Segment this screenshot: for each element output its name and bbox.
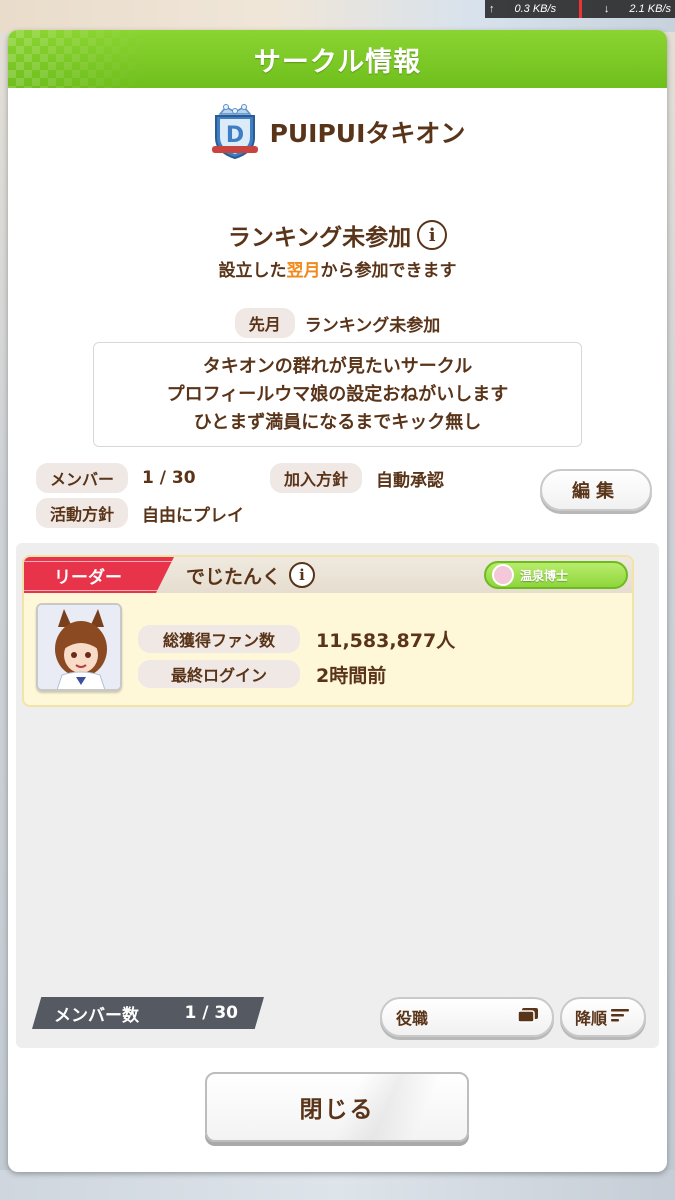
last-month-row: 先月 ランキング未参加	[8, 308, 667, 338]
member-name: でじたんく	[186, 565, 282, 588]
description-line: タキオンの群れが見たいサークル	[202, 355, 473, 377]
last-login-value: 2時間前	[316, 664, 387, 687]
ranking-info-icon[interactable]: i	[417, 220, 448, 250]
circle-name-row: D PUIPUIタキオン	[8, 102, 667, 162]
dialog-title: サークル情報	[253, 46, 422, 78]
sort-order-button[interactable]: 降順	[560, 997, 646, 1037]
background-bottom	[0, 1170, 675, 1200]
fans-value: 11,583,877人	[316, 629, 456, 652]
join-policy-info: 加入方針 自動承認	[270, 463, 444, 493]
leader-tag: リーダー	[24, 557, 174, 593]
ranking-status: ランキング未参加 i 設立した翌月から参加できます	[8, 218, 667, 281]
circle-info-dialog: サークル情報 D PUIPUIタキオン ランキング未参加 i 設立した翌月から参…	[8, 30, 667, 1172]
member-info-icon[interactable]: i	[289, 562, 316, 588]
last-month-value: ランキング未参加	[304, 315, 441, 336]
member-count-label: メンバー数	[54, 1005, 139, 1026]
close-label: 閉じる	[299, 1097, 375, 1123]
descending-list-icon	[611, 1007, 631, 1027]
fans-row: 総獲得ファン数 11,583,877人	[138, 625, 455, 653]
title-badge-text: 温泉博士	[520, 568, 569, 583]
circle-description: タキオンの群れが見たいサークル プロフィールウマ娘の設定おねがいします ひとまず…	[93, 342, 582, 447]
join-policy-label: 加入方針	[270, 463, 363, 493]
close-button[interactable]: 閉じる	[205, 1072, 469, 1142]
join-policy-value: 自動承認	[376, 470, 445, 491]
description-line: プロフィールウマ娘の設定おねがいします	[166, 383, 509, 405]
ranking-subtitle: 設立した翌月から参加できます	[8, 256, 667, 281]
activity-info: 活動方針 自由にプレイ	[36, 498, 244, 528]
members-value: 1 / 30	[142, 468, 196, 488]
activity-value: 自由にプレイ	[142, 505, 245, 526]
members-label: メンバー	[36, 463, 129, 493]
member-count-bar: メンバー数 1 / 30	[32, 997, 264, 1029]
ranking-sub-highlight: 翌月	[286, 261, 321, 281]
hot-spring-icon	[492, 564, 514, 586]
last-month-label: 先月	[234, 308, 295, 338]
download-speed: 2.1 KB/s	[629, 3, 671, 15]
member-count-value: 1 / 30	[184, 1003, 238, 1023]
download-arrow-icon: ↓	[603, 3, 610, 15]
activity-label: 活動方針	[36, 498, 129, 528]
circle-rank-icon: D	[210, 104, 260, 160]
dialog-header: サークル情報	[8, 30, 667, 88]
separator	[578, 0, 582, 18]
sort-by-role-button[interactable]: 役職	[380, 997, 554, 1037]
avatar[interactable]	[36, 603, 122, 691]
network-speed-indicator: ↑ 0.3 KB/s ↓ 2.1 KB/s	[485, 0, 675, 18]
description-line: ひとまず満員になるまでキック無し	[193, 411, 482, 433]
ranking-title: ランキング未参加	[227, 225, 412, 251]
upload-arrow-icon: ↑	[489, 3, 495, 15]
circle-name: PUIPUIタキオン	[269, 119, 466, 148]
members-info: メンバー 1 / 30	[36, 463, 196, 493]
member-card[interactable]: リーダー でじたんく i 温泉博士 総獲得ファン数 11,583,877人 最終…	[22, 555, 634, 707]
title-badge: 温泉博士	[484, 561, 628, 589]
last-login-label: 最終ログイン	[138, 660, 300, 688]
last-login-row: 最終ログイン 2時間前	[138, 660, 386, 688]
header-pattern	[8, 30, 148, 88]
upload-speed: 0.3 KB/s	[514, 3, 557, 15]
order-label: 降順	[574, 1009, 607, 1028]
rank-letter: D	[225, 123, 243, 148]
sort-label: 役職	[396, 1009, 429, 1028]
ranking-sub-prefix: 設立した	[218, 261, 287, 281]
fans-label: 総獲得ファン数	[138, 625, 300, 653]
edit-button[interactable]: 編集	[540, 469, 652, 511]
ranking-sub-suffix: から参加できます	[320, 261, 457, 281]
sort-toggle-icon	[516, 1007, 540, 1027]
member-list-panel: リーダー でじたんく i 温泉博士 総獲得ファン数 11,583,877人 最終…	[16, 543, 659, 1048]
